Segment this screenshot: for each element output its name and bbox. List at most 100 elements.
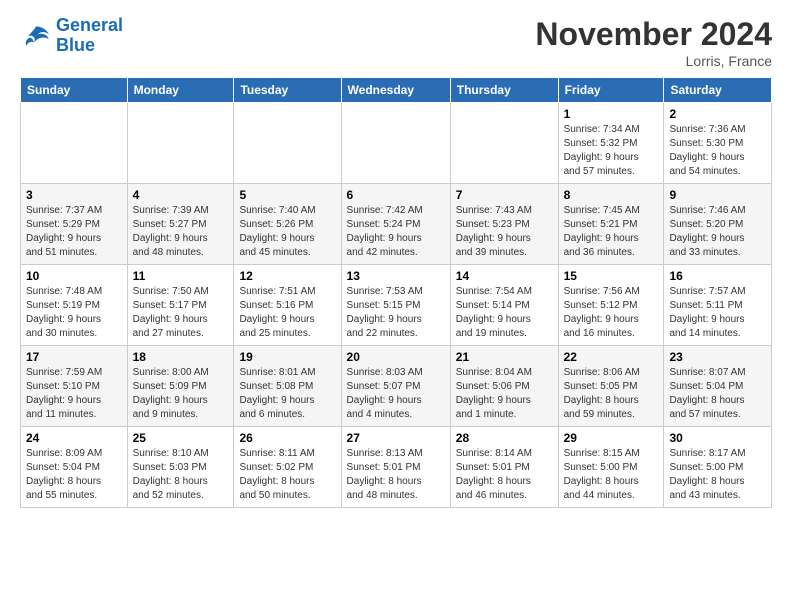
calendar-cell: 12Sunrise: 7:51 AMSunset: 5:16 PMDayligh… <box>234 265 341 346</box>
day-info: Sunrise: 7:57 AMSunset: 5:11 PMDaylight:… <box>669 285 766 341</box>
calendar-cell: 3 Sunrise: 7:37 AMSunset: 5:29 PMDaylight… <box>21 184 128 265</box>
day-info: Sunrise: 7:40 AMSunset: 5:26 PMDaylight:… <box>239 204 335 260</box>
day-number: 3 <box>26 188 122 202</box>
day-info: Sunrise: 8:07 AMSunset: 5:04 PMDaylight:… <box>669 366 766 422</box>
day-info: Sunrise: 7:42 AMSunset: 5:24 PMDaylight:… <box>347 204 445 260</box>
calendar-cell <box>21 103 128 184</box>
calendar-cell: 9Sunrise: 7:46 AMSunset: 5:20 PMDaylight… <box>664 184 772 265</box>
calendar-week-3: 17 Sunrise: 7:59 AMSunset: 5:10 PMDayligh… <box>21 346 772 427</box>
calendar-cell: 16 Sunrise: 7:57 AMSunset: 5:11 PMDayligh… <box>664 265 772 346</box>
calendar-cell: 20 Sunrise: 8:03 AMSunset: 5:07 PMDayligh… <box>341 346 450 427</box>
calendar-cell: 29 Sunrise: 8:15 AMSunset: 5:00 PMDayligh… <box>558 427 664 508</box>
day-number: 19 <box>239 350 335 364</box>
day-info: Sunrise: 8:10 AMSunset: 5:03 PMDaylight:… <box>133 447 229 503</box>
day-number: 5 <box>239 188 335 202</box>
day-number: 25 <box>133 431 229 445</box>
calendar-cell: 4 Sunrise: 7:39 AMSunset: 5:27 PMDaylight… <box>127 184 234 265</box>
day-info: Sunrise: 7:50 AMSunset: 5:17 PMDaylight:… <box>133 285 229 341</box>
day-info: Sunrise: 8:17 AMSunset: 5:00 PMDaylight:… <box>669 447 766 503</box>
calendar-cell: 27 Sunrise: 8:13 AMSunset: 5:01 PMDayligh… <box>341 427 450 508</box>
calendar-cell: 23 Sunrise: 8:07 AMSunset: 5:04 PMDayligh… <box>664 346 772 427</box>
calendar-header-wednesday: Wednesday <box>341 78 450 103</box>
calendar-header-tuesday: Tuesday <box>234 78 341 103</box>
day-info: Sunrise: 7:43 AMSunset: 5:23 PMDaylight:… <box>456 204 553 260</box>
day-info: Sunrise: 7:51 AMSunset: 5:16 PMDaylight:… <box>239 285 335 341</box>
day-number: 24 <box>26 431 122 445</box>
day-number: 27 <box>347 431 445 445</box>
day-info: Sunrise: 7:39 AMSunset: 5:27 PMDaylight:… <box>133 204 229 260</box>
calendar-week-1: 3 Sunrise: 7:37 AMSunset: 5:29 PMDaylight… <box>21 184 772 265</box>
day-info: Sunrise: 8:11 AMSunset: 5:02 PMDaylight:… <box>239 447 335 503</box>
day-info: Sunrise: 7:53 AMSunset: 5:15 PMDaylight:… <box>347 285 445 341</box>
calendar-cell: 25 Sunrise: 8:10 AMSunset: 5:03 PMDayligh… <box>127 427 234 508</box>
day-number: 14 <box>456 269 553 283</box>
calendar-header-saturday: Saturday <box>664 78 772 103</box>
calendar-cell: 8 Sunrise: 7:45 AMSunset: 5:21 PMDaylight… <box>558 184 664 265</box>
calendar-cell: 2 Sunrise: 7:36 AMSunset: 5:30 PMDaylight… <box>664 103 772 184</box>
calendar-week-0: 1Sunrise: 7:34 AMSunset: 5:32 PMDaylight… <box>21 103 772 184</box>
day-info: Sunrise: 8:06 AMSunset: 5:05 PMDaylight:… <box>564 366 659 422</box>
day-number: 30 <box>669 431 766 445</box>
calendar-table: SundayMondayTuesdayWednesdayThursdayFrid… <box>20 77 772 508</box>
calendar-cell: 14 Sunrise: 7:54 AMSunset: 5:14 PMDayligh… <box>450 265 558 346</box>
calendar-cell: 1Sunrise: 7:34 AMSunset: 5:32 PMDaylight… <box>558 103 664 184</box>
day-number: 21 <box>456 350 553 364</box>
logo-line1: General <box>56 15 123 35</box>
day-number: 16 <box>669 269 766 283</box>
calendar-week-2: 10Sunrise: 7:48 AMSunset: 5:19 PMDayligh… <box>21 265 772 346</box>
day-info: Sunrise: 7:59 AMSunset: 5:10 PMDaylight:… <box>26 366 122 422</box>
calendar-cell: 24 Sunrise: 8:09 AMSunset: 5:04 PMDayligh… <box>21 427 128 508</box>
day-info: Sunrise: 7:54 AMSunset: 5:14 PMDaylight:… <box>456 285 553 341</box>
day-number: 20 <box>347 350 445 364</box>
calendar-cell <box>450 103 558 184</box>
calendar-cell <box>234 103 341 184</box>
calendar-header-row: SundayMondayTuesdayWednesdayThursdayFrid… <box>21 78 772 103</box>
day-info: Sunrise: 8:09 AMSunset: 5:04 PMDaylight:… <box>26 447 122 503</box>
day-info: Sunrise: 7:36 AMSunset: 5:30 PMDaylight:… <box>669 123 766 179</box>
calendar-cell: 22Sunrise: 8:06 AMSunset: 5:05 PMDayligh… <box>558 346 664 427</box>
logo-line2: Blue <box>56 35 95 55</box>
day-number: 15 <box>564 269 659 283</box>
day-number: 28 <box>456 431 553 445</box>
header: General Blue November 2024 Lorris, Franc… <box>20 16 772 69</box>
day-info: Sunrise: 8:03 AMSunset: 5:07 PMDaylight:… <box>347 366 445 422</box>
day-number: 17 <box>26 350 122 364</box>
day-number: 26 <box>239 431 335 445</box>
calendar-cell: 13 Sunrise: 7:53 AMSunset: 5:15 PMDayligh… <box>341 265 450 346</box>
calendar-week-4: 24 Sunrise: 8:09 AMSunset: 5:04 PMDayligh… <box>21 427 772 508</box>
main-title: November 2024 <box>535 16 772 53</box>
day-info: Sunrise: 8:00 AMSunset: 5:09 PMDaylight:… <box>133 366 229 422</box>
calendar-header-friday: Friday <box>558 78 664 103</box>
calendar-cell: 17 Sunrise: 7:59 AMSunset: 5:10 PMDayligh… <box>21 346 128 427</box>
calendar-cell: 19 Sunrise: 8:01 AMSunset: 5:08 PMDayligh… <box>234 346 341 427</box>
day-number: 11 <box>133 269 229 283</box>
logo: General Blue <box>20 16 123 56</box>
subtitle: Lorris, France <box>535 53 772 69</box>
day-info: Sunrise: 8:04 AMSunset: 5:06 PMDaylight:… <box>456 366 553 422</box>
title-block: November 2024 Lorris, France <box>535 16 772 69</box>
day-info: Sunrise: 7:45 AMSunset: 5:21 PMDaylight:… <box>564 204 659 260</box>
day-info: Sunrise: 7:37 AMSunset: 5:29 PMDaylight:… <box>26 204 122 260</box>
logo-text: General Blue <box>56 16 123 56</box>
logo-icon <box>20 20 52 52</box>
calendar-cell: 15 Sunrise: 7:56 AMSunset: 5:12 PMDayligh… <box>558 265 664 346</box>
calendar-cell: 6 Sunrise: 7:42 AMSunset: 5:24 PMDaylight… <box>341 184 450 265</box>
day-number: 13 <box>347 269 445 283</box>
calendar-cell: 18 Sunrise: 8:00 AMSunset: 5:09 PMDayligh… <box>127 346 234 427</box>
day-info: Sunrise: 8:15 AMSunset: 5:00 PMDaylight:… <box>564 447 659 503</box>
page: General Blue November 2024 Lorris, Franc… <box>0 0 792 518</box>
day-number: 18 <box>133 350 229 364</box>
day-number: 29 <box>564 431 659 445</box>
day-number: 6 <box>347 188 445 202</box>
day-info: Sunrise: 8:13 AMSunset: 5:01 PMDaylight:… <box>347 447 445 503</box>
day-number: 8 <box>564 188 659 202</box>
calendar-cell: 21 Sunrise: 8:04 AMSunset: 5:06 PMDayligh… <box>450 346 558 427</box>
day-number: 2 <box>669 107 766 121</box>
calendar-cell: 28Sunrise: 8:14 AMSunset: 5:01 PMDayligh… <box>450 427 558 508</box>
calendar-cell <box>341 103 450 184</box>
day-number: 4 <box>133 188 229 202</box>
day-info: Sunrise: 7:56 AMSunset: 5:12 PMDaylight:… <box>564 285 659 341</box>
calendar-cell: 10Sunrise: 7:48 AMSunset: 5:19 PMDayligh… <box>21 265 128 346</box>
day-info: Sunrise: 8:01 AMSunset: 5:08 PMDaylight:… <box>239 366 335 422</box>
day-number: 23 <box>669 350 766 364</box>
